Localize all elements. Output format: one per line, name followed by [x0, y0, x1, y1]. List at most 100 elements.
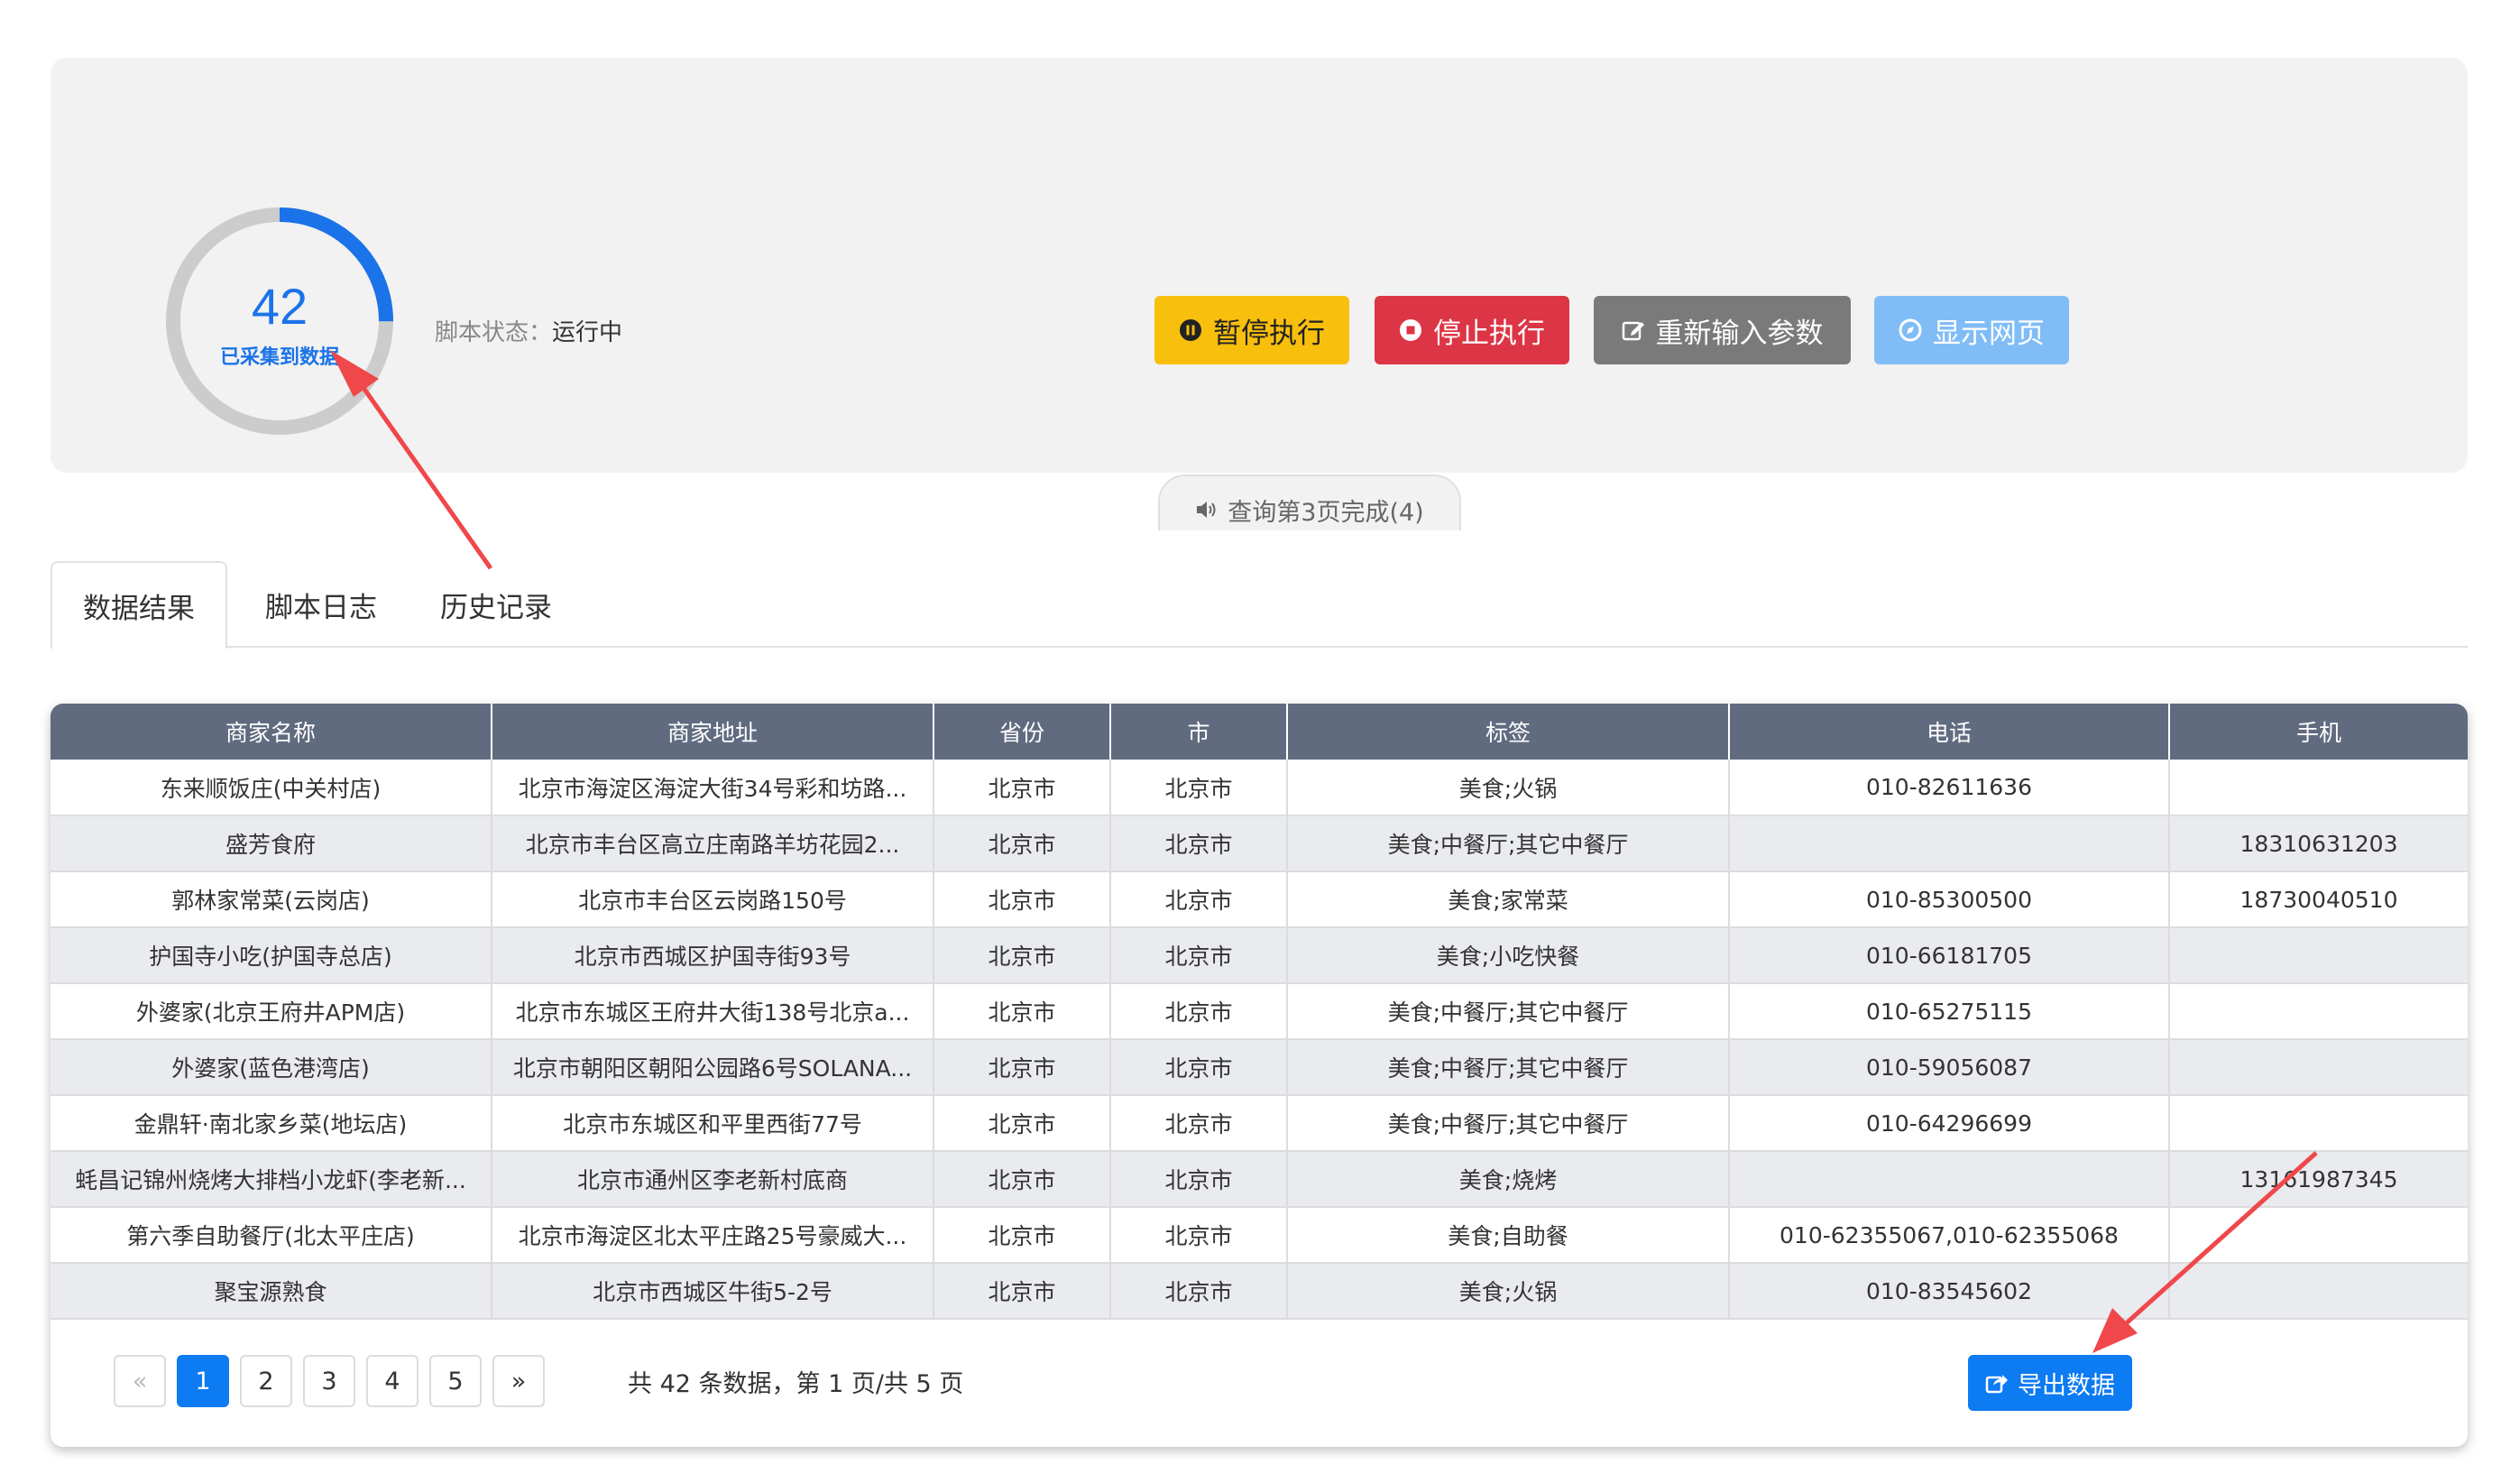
table-cell: 美食;火锅	[1287, 1263, 1730, 1320]
pause-circle-icon	[1180, 319, 1201, 341]
table-row[interactable]: 金鼎轩·南北家乡菜(地坛店) 北京市东城区和平里西街77号 北京市 北京市 美食;中餐厅…	[51, 1095, 2468, 1152]
table-cell: 郭林家常菜(云岗店)	[51, 871, 492, 928]
result-tabs: 数据结果 脚本日志 历史记录	[51, 561, 2468, 649]
table-cell: 美食;自助餐	[1287, 1207, 1730, 1264]
table-cell: 010-85300500	[1729, 871, 2170, 928]
table-cell: 外婆家(蓝色港湾店)	[51, 1039, 492, 1096]
show-webpage-button[interactable]: 显示网页	[1874, 296, 2069, 364]
table-cell: 18310631203	[2169, 815, 2468, 872]
prev-page-button[interactable]: «	[114, 1355, 166, 1407]
table-cell: 美食;中餐厅;其它中餐厅	[1287, 1095, 1730, 1152]
stop-circle-icon	[1400, 319, 1421, 341]
table-row[interactable]: 东来顺饭庄(中关村店) 北京市海淀区海淀大街34号彩和坊路... 北京市 北京市 美食;…	[51, 760, 2468, 816]
table-cell: 北京市	[1110, 983, 1288, 1040]
table-row[interactable]: 护国寺小吃(护国寺总店) 北京市西城区护国寺街93号 北京市 北京市 美食;小吃快餐 01…	[51, 927, 2468, 984]
table-cell: 北京市	[1110, 1151, 1288, 1208]
table-row[interactable]: 聚宝源熟食 北京市西城区牛街5-2号 北京市 北京市 美食;火锅 010-83545602	[51, 1263, 2468, 1320]
page-button-3[interactable]: 3	[303, 1355, 355, 1407]
column-header[interactable]: 商家地址	[492, 704, 934, 760]
table-cell: 北京市	[1110, 1039, 1288, 1096]
table-cell: 北京市西城区护国寺街93号	[492, 927, 934, 984]
table-row[interactable]: 第六季自助餐厅(北太平庄店) 北京市海淀区北太平庄路25号豪威大... 北京市 北京市…	[51, 1207, 2468, 1264]
reinput-params-label: 重新输入参数	[1655, 317, 1824, 350]
table-cell: 010-62355067,010-62355068	[1729, 1207, 2170, 1264]
table-cell: 美食;中餐厅;其它中餐厅	[1287, 815, 1730, 872]
column-header[interactable]: 市	[1110, 704, 1288, 760]
table-cell: 010-66181705	[1729, 927, 2170, 984]
table-cell: 美食;火锅	[1287, 760, 1730, 816]
table-cell	[2169, 760, 2468, 816]
table-cell: 13161987345	[2169, 1151, 2468, 1208]
volume-icon	[1197, 502, 1216, 518]
table-cell	[2169, 1039, 2468, 1096]
table-cell: 北京市	[1110, 760, 1288, 816]
table-cell: 北京市	[934, 1039, 1111, 1096]
table-cell: 北京市	[934, 927, 1111, 984]
table-cell: 北京市海淀区海淀大街34号彩和坊路...	[492, 760, 934, 816]
table-cell	[2169, 983, 2468, 1040]
script-status-key: 脚本状态：	[435, 319, 553, 346]
collected-count: 42	[251, 278, 308, 335]
table-cell: 美食;家常菜	[1287, 871, 1730, 928]
table-cell: 北京市	[934, 983, 1111, 1040]
data-table-card: 商家名称 商家地址 省份 市 标签 电话 手机 东来顺饭庄(中关村店) 北京市海淀…	[51, 704, 2468, 1447]
table-cell: 北京市	[1110, 815, 1288, 872]
export-data-label: 导出数据	[2018, 1371, 2115, 1400]
page-button-1[interactable]: 1	[177, 1355, 229, 1407]
stop-button[interactable]: 停止执行	[1375, 296, 1569, 364]
table-cell: 北京市	[1110, 927, 1288, 984]
table-cell: 北京市	[1110, 1263, 1288, 1320]
table-row[interactable]: 外婆家(北京王府井APM店) 北京市东城区王府井大街138号北京a... 北京市 北京…	[51, 983, 2468, 1040]
pause-button-label: 暂停执行	[1213, 317, 1325, 350]
tab-script-log[interactable]: 脚本日志	[240, 561, 402, 648]
table-cell: 北京市海淀区北太平庄路25号豪威大...	[492, 1207, 934, 1264]
page-button-2[interactable]: 2	[240, 1355, 292, 1407]
table-cell: 010-59056087	[1729, 1039, 2170, 1096]
table-cell: 北京市	[934, 871, 1111, 928]
next-page-button[interactable]: »	[492, 1355, 545, 1407]
table-cell: 美食;烧烤	[1287, 1151, 1730, 1208]
table-cell: 北京市	[934, 1207, 1111, 1264]
table-cell: 北京市	[934, 815, 1111, 872]
column-header[interactable]: 省份	[934, 704, 1111, 760]
tab-history[interactable]: 历史记录	[415, 561, 577, 648]
table-cell: 蚝昌记锦州烧烤大排档小龙虾(李老新...	[51, 1151, 492, 1208]
table-cell: 北京市通州区李老新村底商	[492, 1151, 934, 1208]
stop-button-label: 停止执行	[1433, 317, 1545, 350]
table-row[interactable]: 外婆家(蓝色港湾店) 北京市朝阳区朝阳公园路6号SOLANA... 北京市 北京市 美食…	[51, 1039, 2468, 1096]
table-cell: 18730040510	[2169, 871, 2468, 928]
page-button-5[interactable]: 5	[429, 1355, 482, 1407]
table-cell: 美食;中餐厅;其它中餐厅	[1287, 983, 1730, 1040]
table-cell: 北京市	[934, 760, 1111, 816]
table-cell: 护国寺小吃(护国寺总店)	[51, 927, 492, 984]
tab-data-results[interactable]: 数据结果	[51, 561, 227, 649]
pagination-info: 共 42 条数据，第 1 页/共 5 页	[628, 1369, 964, 1398]
table-cell	[1729, 815, 2170, 872]
table-row[interactable]: 郭林家常菜(云岗店) 北京市丰台区云岗路150号 北京市 北京市 美食;家常菜 010-8…	[51, 871, 2468, 928]
show-webpage-label: 显示网页	[1933, 317, 2045, 350]
status-panel: 42 已采集到数据 脚本状态：运行中 暂停执行 停止执行 重新输入参数 显示网页	[51, 58, 2468, 530]
table-cell: 北京市	[1110, 871, 1288, 928]
status-notice-text: 查询第3页完成(4)	[1228, 498, 1424, 527]
column-header[interactable]: 手机	[2169, 704, 2468, 760]
script-status: 脚本状态：运行中	[435, 314, 622, 347]
table-row[interactable]: 盛芳食府 北京市丰台区高立庄南路羊坊花园2... 北京市 北京市 美食;中餐厅;其它中餐…	[51, 815, 2468, 872]
table-row[interactable]: 蚝昌记锦州烧烤大排档小龙虾(李老新... 北京市通州区李老新村底商 北京市 北京市 美食…	[51, 1151, 2468, 1208]
table-cell: 北京市丰台区高立庄南路羊坊花园2...	[492, 815, 934, 872]
pause-button[interactable]: 暂停执行	[1154, 296, 1349, 364]
page-button-4[interactable]: 4	[366, 1355, 418, 1407]
export-data-button[interactable]: 导出数据	[1968, 1355, 2132, 1411]
table-cell: 北京市	[934, 1151, 1111, 1208]
table-cell: 010-64296699	[1729, 1095, 2170, 1152]
reinput-params-button[interactable]: 重新输入参数	[1594, 296, 1851, 364]
column-header[interactable]: 标签	[1287, 704, 1730, 760]
column-header[interactable]: 商家名称	[51, 704, 492, 760]
compass-icon	[1899, 318, 1922, 342]
progress-ring: 42 已采集到数据	[162, 204, 397, 438]
pagination: « 1 2 3 4 5 »	[114, 1355, 545, 1407]
table-cell: 北京市东城区和平里西街77号	[492, 1095, 934, 1152]
table-cell: 北京市	[1110, 1095, 1288, 1152]
table-cell	[2169, 1207, 2468, 1264]
status-notice: 查询第3页完成(4)	[1158, 474, 1461, 530]
column-header[interactable]: 电话	[1729, 704, 2170, 760]
